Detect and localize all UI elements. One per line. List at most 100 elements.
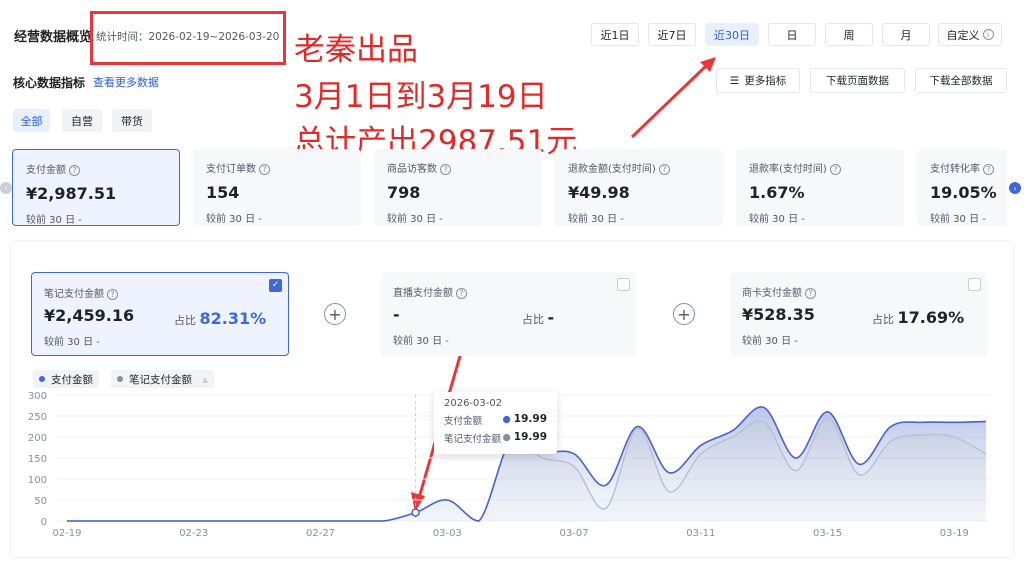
metric-label: 商品访客数?	[387, 160, 529, 175]
sub-card-compare: 较前 30 日 -	[44, 337, 100, 348]
help-icon: ?	[107, 289, 118, 300]
metric-card-refund-rate[interactable]: 退款率(支付时间)? 1.67% 较前 30 日 -	[736, 149, 904, 226]
metric-card-refund-amount[interactable]: 退款金额(支付时间)? ¥49.98 较前 30 日 -	[555, 149, 723, 226]
tooltip-value-wrap: ● 19.99	[502, 431, 547, 443]
sub-card-label-text: 商卡支付金额	[742, 288, 802, 299]
y-tick-label: 250	[28, 412, 47, 423]
ratio-label: 占比	[174, 314, 196, 327]
x-tick-label: 03-15	[813, 528, 842, 539]
more-metrics-button[interactable]: ☰ 更多指标	[716, 68, 800, 93]
metric-compare: 较前 30 日 -	[749, 214, 805, 225]
metric-label: 支付金额?	[26, 161, 166, 176]
metric-compare-text: 较前 30 日	[749, 214, 799, 225]
x-tick-label: 03-19	[940, 528, 969, 539]
metric-value: 154	[206, 183, 240, 202]
metric-card-orders[interactable]: 支付订单数? 154 较前 30 日 -	[193, 149, 361, 226]
sub-card-label: 商卡支付金额?	[742, 284, 975, 299]
sub-card-label: 直播支付金额?	[393, 284, 624, 299]
sub-card-compare-text: 较前 30 日	[44, 337, 94, 348]
metric-compare-text: 较前 30 日	[26, 215, 76, 226]
core-metrics-title: 核心数据指标	[13, 76, 86, 90]
tooltip-value-wrap: ● 19.99	[502, 413, 547, 425]
more-metrics-label: 更多指标	[744, 75, 787, 87]
x-tick-label: 03-11	[686, 528, 715, 539]
carousel-prev-icon[interactable]: ‹	[0, 182, 12, 194]
help-icon: ?	[259, 164, 270, 175]
metric-compare: 较前 30 日 -	[26, 215, 82, 226]
y-tick-label: 0	[41, 517, 47, 528]
sub-card-note-pay[interactable]: 笔记支付金额? ¥2,459.16 占比 82.31% 较前 30 日 - ✓	[31, 272, 289, 356]
metric-label-text: 退款金额(支付时间)	[568, 164, 656, 175]
help-icon: ?	[983, 164, 994, 175]
metric-compare-text: 较前 30 日	[930, 214, 980, 225]
help-icon: ?	[805, 288, 816, 299]
y-tick-label: 150	[28, 454, 47, 465]
help-icon: ?	[69, 165, 80, 176]
sliders-icon: ☰	[729, 74, 740, 87]
ratio-value: 17.69%	[897, 308, 965, 327]
metric-value: ¥2,987.51	[26, 184, 117, 203]
filter-chip-affiliate[interactable]: 带货	[112, 109, 152, 132]
sub-card-value: -	[393, 305, 400, 324]
sub-card-live-pay[interactable]: 直播支付金额? - 占比 - 较前 30 日 -	[381, 272, 636, 356]
metric-value: ¥49.98	[568, 183, 630, 202]
filter-chip-all[interactable]: 全部	[13, 109, 50, 132]
metric-card-conversion[interactable]: 支付转化率? 19.05% 较前 30 日 -	[917, 149, 1007, 226]
filter-chip-self[interactable]: 自营	[62, 109, 102, 132]
chevron-up-icon: ▲	[202, 374, 209, 384]
sub-card-card-pay[interactable]: 商卡支付金额? ¥528.35 占比 17.69% 较前 30 日 -	[730, 272, 987, 356]
metric-card-visitors[interactable]: 商品访客数? 798 较前 30 日 -	[374, 149, 542, 226]
tooltip-label: 支付金额	[444, 416, 483, 427]
select-checkbox[interactable]	[968, 278, 981, 291]
x-tick-label: 02-19	[52, 528, 81, 539]
tooltip-row-2: 笔记支付金额 ● 19.99	[444, 431, 547, 445]
metric-value: 19.05%	[930, 183, 997, 202]
y-tick-label: 300	[28, 391, 47, 402]
tooltip-row-1: 支付金额 ● 19.99	[444, 413, 547, 427]
metric-compare-text: 较前 30 日	[387, 214, 437, 225]
add-compare-icon[interactable]: +	[324, 303, 346, 325]
metric-compare: 较前 30 日 -	[568, 214, 624, 225]
download-page-button[interactable]: 下载页面数据	[810, 68, 905, 93]
sub-card-ratio: 占比 17.69%	[872, 308, 964, 327]
metric-label: 退款金额(支付时间)?	[568, 160, 710, 175]
help-icon: ?	[658, 164, 670, 175]
help-icon: ?	[456, 288, 467, 299]
metric-compare: 较前 30 日 -	[930, 214, 986, 225]
metric-label-text: 退款率(支付时间)	[749, 164, 827, 175]
legend-dot	[117, 376, 123, 382]
help-icon: ?	[829, 164, 841, 175]
metric-card-pay-amount[interactable]: 支付金额? ¥2,987.51 较前 30 日 -	[12, 149, 180, 226]
metric-label-text: 支付转化率	[930, 164, 980, 175]
sub-card-ratio: 占比 -	[522, 308, 554, 327]
metric-compare-text: 较前 30 日	[206, 214, 256, 225]
select-checkbox[interactable]	[617, 278, 630, 291]
metric-label: 支付转化率?	[930, 160, 994, 175]
metric-compare: 较前 30 日 -	[206, 214, 262, 225]
ratio-label: 占比	[872, 313, 894, 326]
carousel-next-icon[interactable]: ›	[1009, 182, 1021, 194]
help-icon: ?	[440, 164, 451, 175]
x-tick-label: 02-27	[306, 528, 335, 539]
view-more-data-link[interactable]: 查看更多数据	[93, 74, 159, 90]
metric-label: 支付订单数?	[206, 160, 348, 175]
add-compare-icon[interactable]: +	[673, 303, 695, 325]
tooltip-label: 笔记支付金额	[444, 434, 502, 445]
sub-card-value: ¥2,459.16	[44, 306, 135, 325]
x-tick-label: 03-07	[560, 528, 589, 539]
tooltip-value: 19.99	[513, 431, 547, 443]
y-tick-label: 100	[28, 475, 47, 486]
sub-card-label: 笔记支付金额?	[44, 285, 276, 300]
chart-tooltip: 2026-03-02 支付金额 ● 19.99 笔记支付金额 ● 19.99	[434, 392, 557, 454]
sub-card-label-text: 笔记支付金额	[44, 289, 104, 300]
x-tick-label: 02-23	[179, 528, 208, 539]
hover-point	[411, 508, 420, 517]
download-all-button[interactable]: 下载全部数据	[915, 68, 1007, 93]
sub-card-compare: 较前 30 日 -	[742, 336, 798, 347]
sub-card-compare-text: 较前 30 日	[393, 336, 443, 347]
tooltip-date: 2026-03-02	[444, 398, 503, 409]
y-tick-label: 50	[34, 496, 47, 507]
ratio-label: 占比	[522, 313, 544, 326]
select-checkbox[interactable]: ✓	[269, 279, 282, 292]
legend-dot	[39, 376, 45, 382]
